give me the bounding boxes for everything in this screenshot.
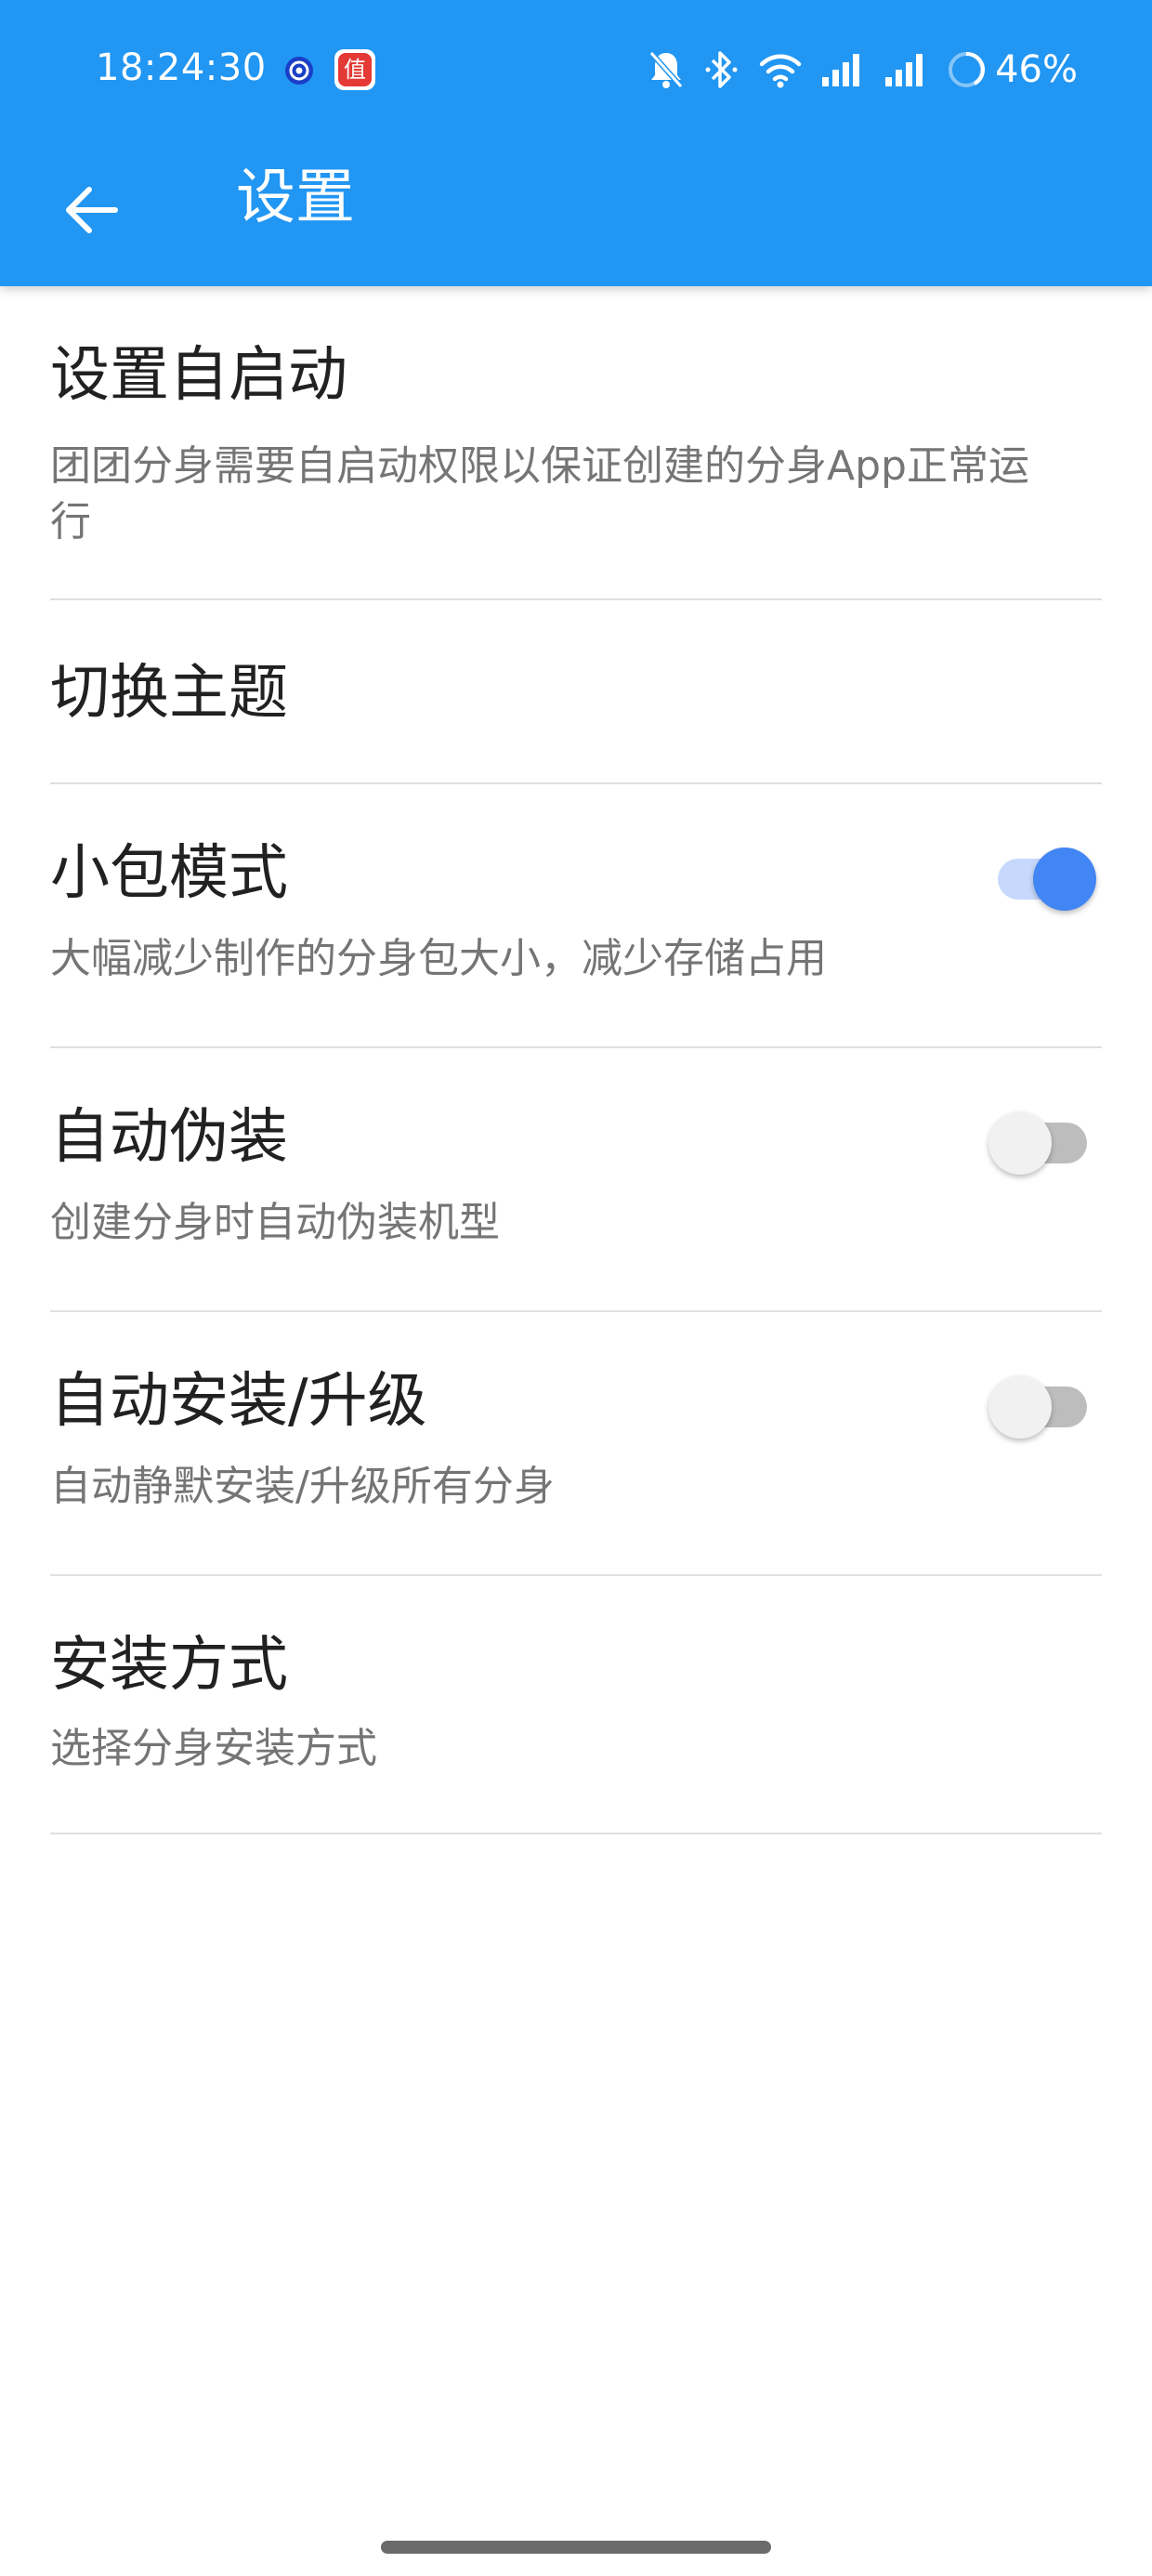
- arrow-left-icon: [61, 180, 121, 243]
- app-notification-glyph: 值: [338, 53, 372, 86]
- setting-auto-disguise[interactable]: 自动伪装 创建分身时自动伪装机型: [0, 1048, 1152, 1312]
- setting-autostart[interactable]: 设置自启动 团团分身需要自启动权限以保证创建的分身App正常运 行: [0, 286, 1152, 600]
- target-icon: [282, 54, 316, 87]
- setting-summary: 创建分身时自动伪装机型: [50, 1199, 500, 1246]
- setting-summary: 团团分身需要自启动权限以保证创建的分身App正常运: [50, 442, 1029, 490]
- battery-ring-icon: [947, 50, 986, 89]
- switch-thumb: [988, 1375, 1052, 1439]
- setting-summary: 大幅减少制作的分身包大小，减少存储占用: [50, 935, 827, 982]
- settings-list: 设置自启动 团团分身需要自启动权限以保证创建的分身App正常运 行 切换主题 小…: [0, 286, 1152, 1834]
- bluetooth-icon: [703, 49, 740, 90]
- switch-thumb: [1033, 848, 1096, 911]
- signal-icon: [820, 51, 865, 88]
- setting-title: 切换主题: [50, 659, 288, 728]
- divider: [50, 1833, 1102, 1834]
- status-bar: 18:24:30 值 46%: [0, 0, 1152, 139]
- setting-switch-theme[interactable]: 切换主题: [0, 600, 1152, 784]
- page-title: 设置: [236, 164, 355, 232]
- setting-title: 设置自启动: [50, 341, 347, 410]
- setting-summary: 自动静默安装/升级所有分身: [50, 1463, 555, 1510]
- signal-icon: [884, 51, 928, 88]
- status-icons: 46%: [629, 45, 1078, 95]
- app-bar: 18:24:30 值 46% 设置: [0, 0, 1152, 286]
- back-button[interactable]: [52, 173, 130, 251]
- switch-thumb: [988, 1111, 1052, 1175]
- home-indicator[interactable]: [381, 2541, 771, 2554]
- setting-title: 自动伪装: [50, 1103, 288, 1172]
- setting-small-package-mode[interactable]: 小包模式 大幅减少制作的分身包大小，减少存储占用: [0, 784, 1152, 1048]
- auto-install-upgrade-switch[interactable]: [988, 1366, 1096, 1440]
- setting-title: 小包模式: [50, 839, 288, 908]
- setting-title: 安装方式: [50, 1631, 288, 1700]
- setting-auto-install-upgrade[interactable]: 自动安装/升级 自动静默安装/升级所有分身: [0, 1312, 1152, 1576]
- toolbar: 设置: [0, 139, 1152, 286]
- status-time: 18:24:30: [96, 46, 267, 89]
- setting-title: 自动安装/升级: [50, 1367, 427, 1436]
- battery-percent: 46%: [995, 48, 1078, 91]
- bell-off-icon: [648, 49, 685, 90]
- setting-summary-continued: 行: [50, 498, 91, 545]
- app-notification-icon: 值: [334, 49, 375, 90]
- small-package-mode-switch[interactable]: [988, 838, 1096, 913]
- setting-summary: 选择分身安装方式: [50, 1725, 377, 1772]
- setting-install-method[interactable]: 安装方式 选择分身安装方式: [0, 1576, 1152, 1834]
- auto-disguise-switch[interactable]: [988, 1102, 1096, 1176]
- wifi-icon: [759, 51, 802, 88]
